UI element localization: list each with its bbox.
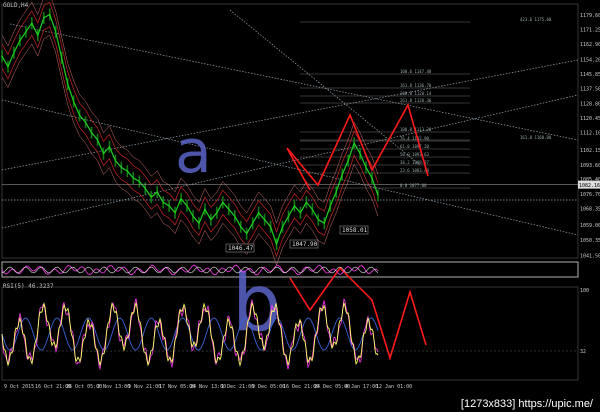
fib-label: 76.4 1102.90	[400, 136, 429, 141]
price-tick-label: 1102.15	[580, 148, 600, 154]
chart-window: GOLD,H4 RSI(5) 46.3237 100.0 1147.40 161.…	[0, 0, 600, 412]
price-tick-label: 1059.00	[580, 223, 600, 229]
stoch-line	[1, 264, 379, 276]
fib-label: 261.8 1120.36	[400, 98, 432, 103]
price-label: 1058.01	[342, 227, 368, 234]
price-tick-label: 1179.60	[580, 13, 600, 19]
trend-line	[9, 23, 579, 141]
fib-label: 200.0 1128.14	[400, 91, 432, 96]
fib-label: 61.8 1097.20	[400, 144, 429, 149]
price-tick-label: 1093.60	[580, 163, 600, 169]
fib-label: 161.8 1160.00	[520, 135, 552, 140]
fib-label: 423.6 1175.60	[520, 17, 552, 22]
price-tick-label: 1085.40	[580, 177, 600, 183]
projection-wave-rsi	[289, 266, 427, 361]
price-tick-label: 1154.20	[580, 57, 600, 63]
chart-canvas: 100.0 1147.40 161.8 1136.70 200.0 1128.14 2…	[1, 0, 600, 390]
time-tick-label: 2 Nov 13:00	[97, 384, 130, 390]
time-tick-label: 9 Oct 2015	[4, 384, 34, 390]
price-tick-label: 1112.10	[580, 131, 600, 137]
price-tick-label: 1068.35	[580, 207, 600, 213]
price-tick-label: 1041.50	[580, 253, 600, 259]
envelope-band-outer	[1, 0, 379, 224]
time-tick-label: 4 Jan 17:00	[345, 384, 378, 390]
price-tick-label: 1145.85	[580, 72, 600, 78]
annotation-a: a	[175, 117, 212, 187]
price-label: 1046.47	[228, 245, 254, 252]
annotation-b: b	[232, 259, 282, 349]
fib-label: 23.6 1083.40	[400, 168, 429, 173]
fib-label: 0.0 1077.00	[400, 183, 427, 188]
time-tick-label: 12 Jan 01:00	[376, 384, 412, 390]
price-tick-label: 1162.90	[580, 42, 600, 48]
price-tick-label: 1050.35	[580, 238, 600, 244]
rsi-tick-label: 32	[580, 349, 586, 355]
price-tick-label: 1076.70	[580, 192, 600, 198]
price-label: 1047.90	[292, 241, 318, 248]
current-price-value: 1082.16	[579, 183, 600, 189]
rsi-main-line	[1, 301, 379, 367]
trend-line	[229, 9, 421, 166]
price-tick-label: 1171.25	[580, 28, 600, 34]
time-tick-label: 9 Dec 05:00	[252, 384, 285, 390]
rsi-panel	[1, 286, 579, 381]
price-tick-label: 1137.50	[580, 86, 600, 92]
price-tick-label: 1120.45	[580, 116, 600, 122]
price-tick-label: 1128.80	[580, 102, 600, 108]
main-panel	[1, 3, 579, 259]
fib-label: 100.0 1147.40	[400, 69, 432, 74]
rsi-tick-label: 100	[580, 288, 589, 294]
time-tick-label: 1 Dec 21:00	[221, 384, 254, 390]
fib-label: 50.0 1093.63	[400, 152, 429, 157]
time-tick-label: 9 Nov 21:00	[128, 384, 161, 390]
fib-label: 161.8 1136.70	[400, 83, 432, 88]
watermark: [1273x833] https://upic.me/	[457, 398, 596, 410]
